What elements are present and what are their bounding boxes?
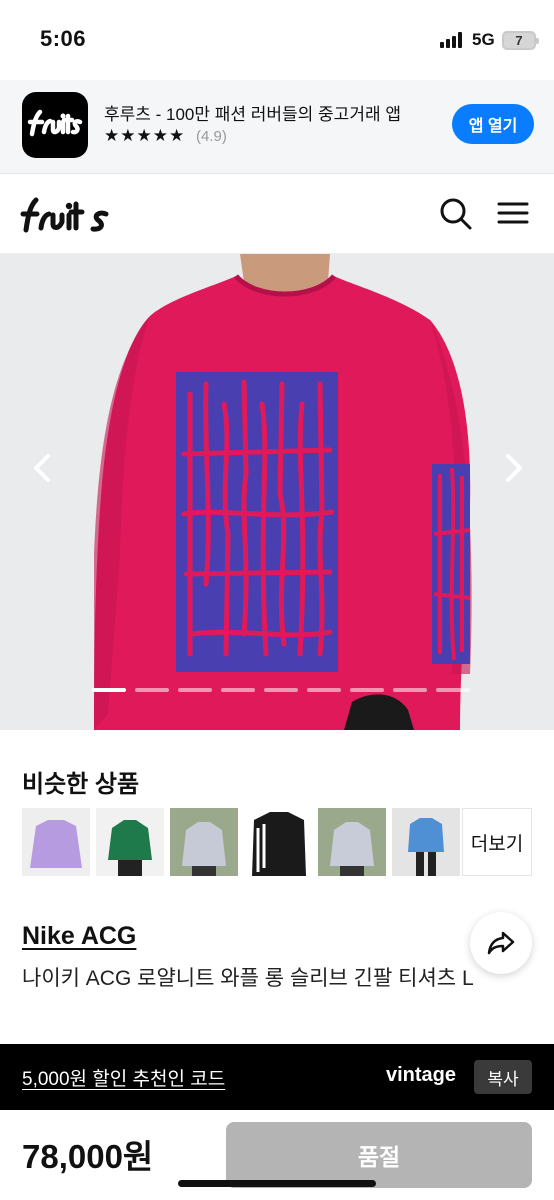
open-app-button[interactable]: 앱 열기 [452,104,534,144]
product-price: 78,000원 [22,1138,154,1175]
gallery-dot[interactable] [92,688,126,692]
gallery-dot[interactable] [135,688,169,692]
app-name: 후루츠 - 100만 패션 러버들의 중고거래 앱 [104,105,401,124]
similar-products-list: 더보기 [22,808,534,878]
similar-product-thumbnail[interactable] [22,808,90,876]
gallery-dot[interactable] [307,688,341,692]
status-time: 5:06 [40,26,87,51]
app-rating-value: (4.9) [196,128,227,145]
status-bar: 5:06 5G 7 [0,0,554,80]
more-similar-button[interactable]: 더보기 [462,808,532,876]
site-header [0,174,554,254]
battery-icon: 7 [502,31,539,50]
product-image-gallery[interactable] [0,254,554,730]
similar-product-thumbnail[interactable] [244,808,312,876]
gallery-dot[interactable] [178,688,212,692]
star-rating-icon: ★★★★★ [104,126,186,145]
gallery-dot[interactable] [264,688,298,692]
next-image-arrow-icon[interactable] [494,444,534,492]
home-indicator [178,1180,376,1187]
cellular-signal-icon [440,32,466,48]
network-type: 5G [472,30,495,49]
share-button[interactable] [470,912,532,974]
battery-level: 7 [515,33,523,48]
hamburger-menu-icon[interactable] [496,194,530,232]
sold-out-button: 품절 [226,1122,532,1188]
referral-promo-bar: 5,000원 할인 추천인 코드 vintage 복사 [0,1044,554,1110]
search-icon[interactable] [438,194,474,232]
referral-discount-link[interactable]: 5,000원 할인 추천인 코드 [22,1064,225,1091]
gallery-pagination [92,688,470,694]
copy-code-button[interactable]: 복사 [474,1060,532,1094]
fruits-logo[interactable] [20,192,114,236]
similar-product-thumbnail[interactable] [170,808,238,876]
previous-image-arrow-icon[interactable] [22,444,62,492]
similar-product-thumbnail[interactable] [318,808,386,876]
product-title: 나이키 ACG 로얄니트 와플 롱 슬리브 긴팔 티셔츠 L [22,967,474,990]
gallery-dot[interactable] [393,688,427,692]
gallery-dot[interactable] [350,688,384,692]
referral-code: vintage [386,1064,457,1086]
gallery-dot[interactable] [436,688,470,692]
purchase-bar: 78,000원 품절 [0,1110,554,1200]
app-icon[interactable] [22,92,88,158]
share-icon [487,931,515,955]
gallery-dot[interactable] [221,688,255,692]
similar-product-thumbnail[interactable] [96,808,164,876]
similar-products-title: 비슷한 상품 [22,771,140,798]
similar-product-thumbnail[interactable] [392,808,460,876]
fruits-wordmark-icon [20,197,109,233]
fruits-logo-icon [27,109,83,137]
product-photo [94,254,472,730]
app-install-banner: 후루츠 - 100만 패션 러버들의 중고거래 앱 ★★★★★ (4.9) 앱 … [0,80,554,174]
brand-link[interactable]: Nike ACG [22,922,136,951]
